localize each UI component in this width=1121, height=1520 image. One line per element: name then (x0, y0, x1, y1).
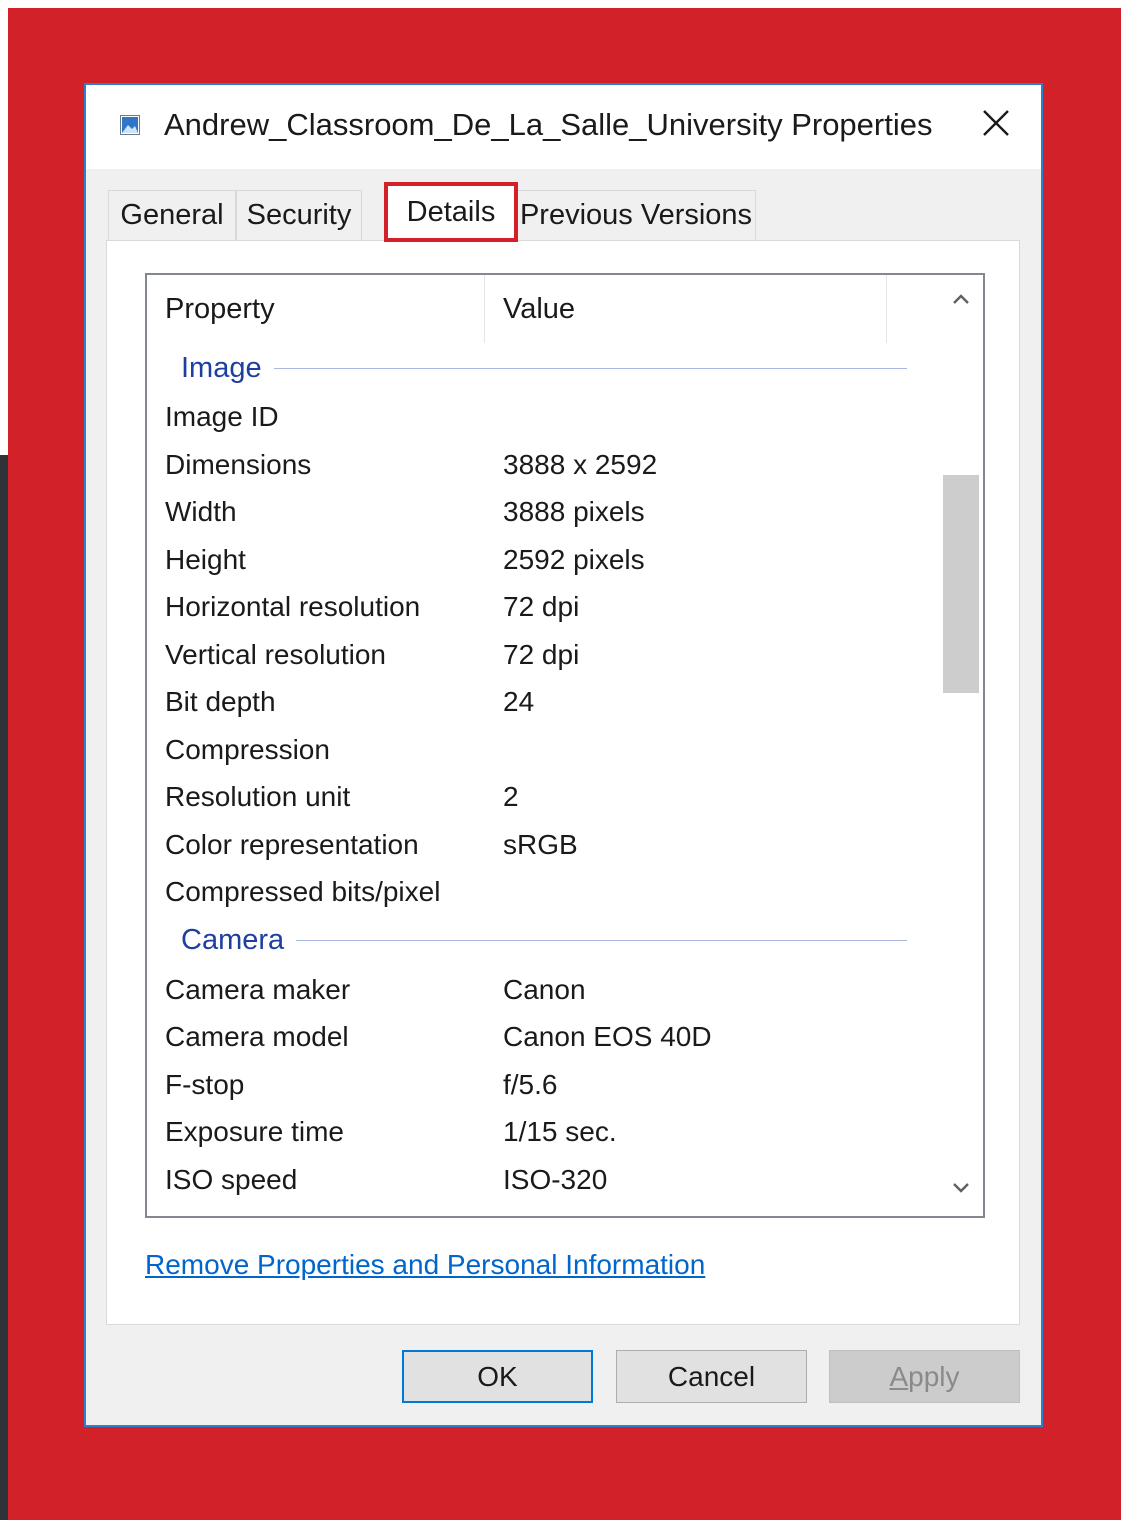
chevron-up-icon (952, 292, 970, 310)
property-name: Dimensions (165, 448, 312, 480)
list-item[interactable]: Camera maker Canon (147, 966, 937, 1014)
column-header-value[interactable]: Value (485, 275, 887, 343)
property-value: 1/15 sec. (503, 1116, 617, 1147)
property-name: Exposure time (165, 1116, 344, 1147)
property-value: Canon (503, 973, 586, 1005)
apply-label-rest: pply (908, 1360, 960, 1392)
property-name: Bit depth (165, 686, 276, 717)
group-header-camera[interactable]: Camera (147, 916, 937, 966)
list-item[interactable]: Bit depth 24 (147, 678, 937, 726)
group-divider (273, 367, 907, 369)
list-item[interactable]: Compressed bits/pixel (147, 868, 937, 916)
property-value: 72 dpi (503, 638, 580, 670)
list-header: Property Value (147, 275, 937, 343)
scroll-thumb[interactable] (943, 475, 979, 693)
list-item[interactable]: ISO speed ISO-320 (147, 1156, 937, 1204)
property-value: sRGB (503, 828, 578, 860)
list-item[interactable]: Resolution unit 2 (147, 773, 937, 821)
property-name: Width (165, 496, 237, 527)
group-divider (296, 940, 907, 941)
property-name: Image ID (165, 401, 279, 432)
vertical-scrollbar[interactable] (939, 275, 983, 1216)
tab-general[interactable]: General (108, 190, 236, 240)
close-button[interactable] (966, 95, 1026, 155)
dialog-title: Andrew_Classroom_De_La_Salle_University … (164, 107, 933, 142)
tab-security[interactable]: Security (236, 190, 362, 240)
apply-button[interactable]: Apply (829, 1350, 1020, 1403)
list-item[interactable]: Horizontal resolution 72 dpi (147, 583, 937, 631)
property-name: Horizontal resolution (165, 591, 421, 622)
property-value: 24 (503, 686, 535, 717)
desktop-edge (0, 455, 8, 1520)
property-name: F-stop (165, 1068, 245, 1100)
group-label: Image (181, 351, 262, 384)
close-icon (982, 109, 1010, 142)
property-name: Compressed bits/pixel (165, 876, 441, 907)
list-item[interactable]: Vertical resolution 72 dpi (147, 631, 937, 679)
property-value: 3888 pixels (503, 496, 645, 527)
properties-dialog: Andrew_Classroom_De_La_Salle_University … (84, 83, 1043, 1427)
title-bar[interactable]: Andrew_Classroom_De_La_Salle_University … (86, 85, 1041, 169)
tab-previous-versions[interactable]: Previous Versions (516, 190, 756, 240)
apply-accelerator: A (889, 1360, 909, 1392)
property-value: Canon EOS 40D (503, 1021, 712, 1052)
property-name: Camera maker (165, 973, 351, 1005)
list-item[interactable]: Height 2592 pixels (147, 536, 937, 584)
details-panel: Property Value Image Image ID Dimensions… (106, 240, 1020, 1325)
column-header-property[interactable]: Property (165, 275, 485, 343)
property-value: 3888 x 2592 (503, 448, 658, 480)
list-item[interactable]: Width 3888 pixels (147, 488, 937, 536)
list-item[interactable]: Compression (147, 726, 937, 774)
ok-button[interactable]: OK (402, 1350, 593, 1403)
tab-details[interactable]: Details (384, 182, 518, 242)
property-list[interactable]: Property Value Image Image ID Dimensions… (145, 273, 985, 1218)
group-label: Camera (181, 924, 285, 956)
property-value: 72 dpi (503, 591, 580, 622)
scroll-down-button[interactable] (939, 1170, 983, 1210)
property-name: Camera model (165, 1021, 349, 1052)
list-item[interactable]: Exposure time 1/15 sec. (147, 1108, 937, 1156)
property-name: Compression (165, 733, 330, 765)
list-item[interactable]: Camera model Canon EOS 40D (147, 1013, 937, 1061)
property-rows: Image Image ID Dimensions 3888 x 2592 Wid… (147, 343, 937, 1203)
property-name: Resolution unit (165, 781, 351, 812)
property-name: ISO speed (165, 1163, 298, 1195)
property-value: ISO-320 (503, 1163, 608, 1195)
list-item[interactable]: Dimensions 3888 x 2592 (147, 441, 937, 489)
cancel-button[interactable]: Cancel (616, 1350, 807, 1403)
remove-properties-link[interactable]: Remove Properties and Personal Informati… (145, 1249, 705, 1281)
list-item[interactable]: Image ID (147, 393, 937, 441)
chevron-down-icon (952, 1181, 970, 1199)
image-file-icon (120, 115, 140, 135)
group-header-image[interactable]: Image (147, 343, 937, 393)
list-item[interactable]: F-stop f/5.6 (147, 1061, 937, 1109)
scroll-up-button[interactable] (939, 281, 983, 321)
property-value: 2592 pixels (503, 543, 645, 575)
list-item[interactable]: Color representation sRGB (147, 821, 937, 869)
property-name: Height (165, 543, 246, 575)
property-value: f/5.6 (503, 1068, 558, 1100)
property-name: Color representation (165, 828, 419, 860)
property-value: 2 (503, 781, 519, 812)
property-name: Vertical resolution (165, 638, 387, 670)
